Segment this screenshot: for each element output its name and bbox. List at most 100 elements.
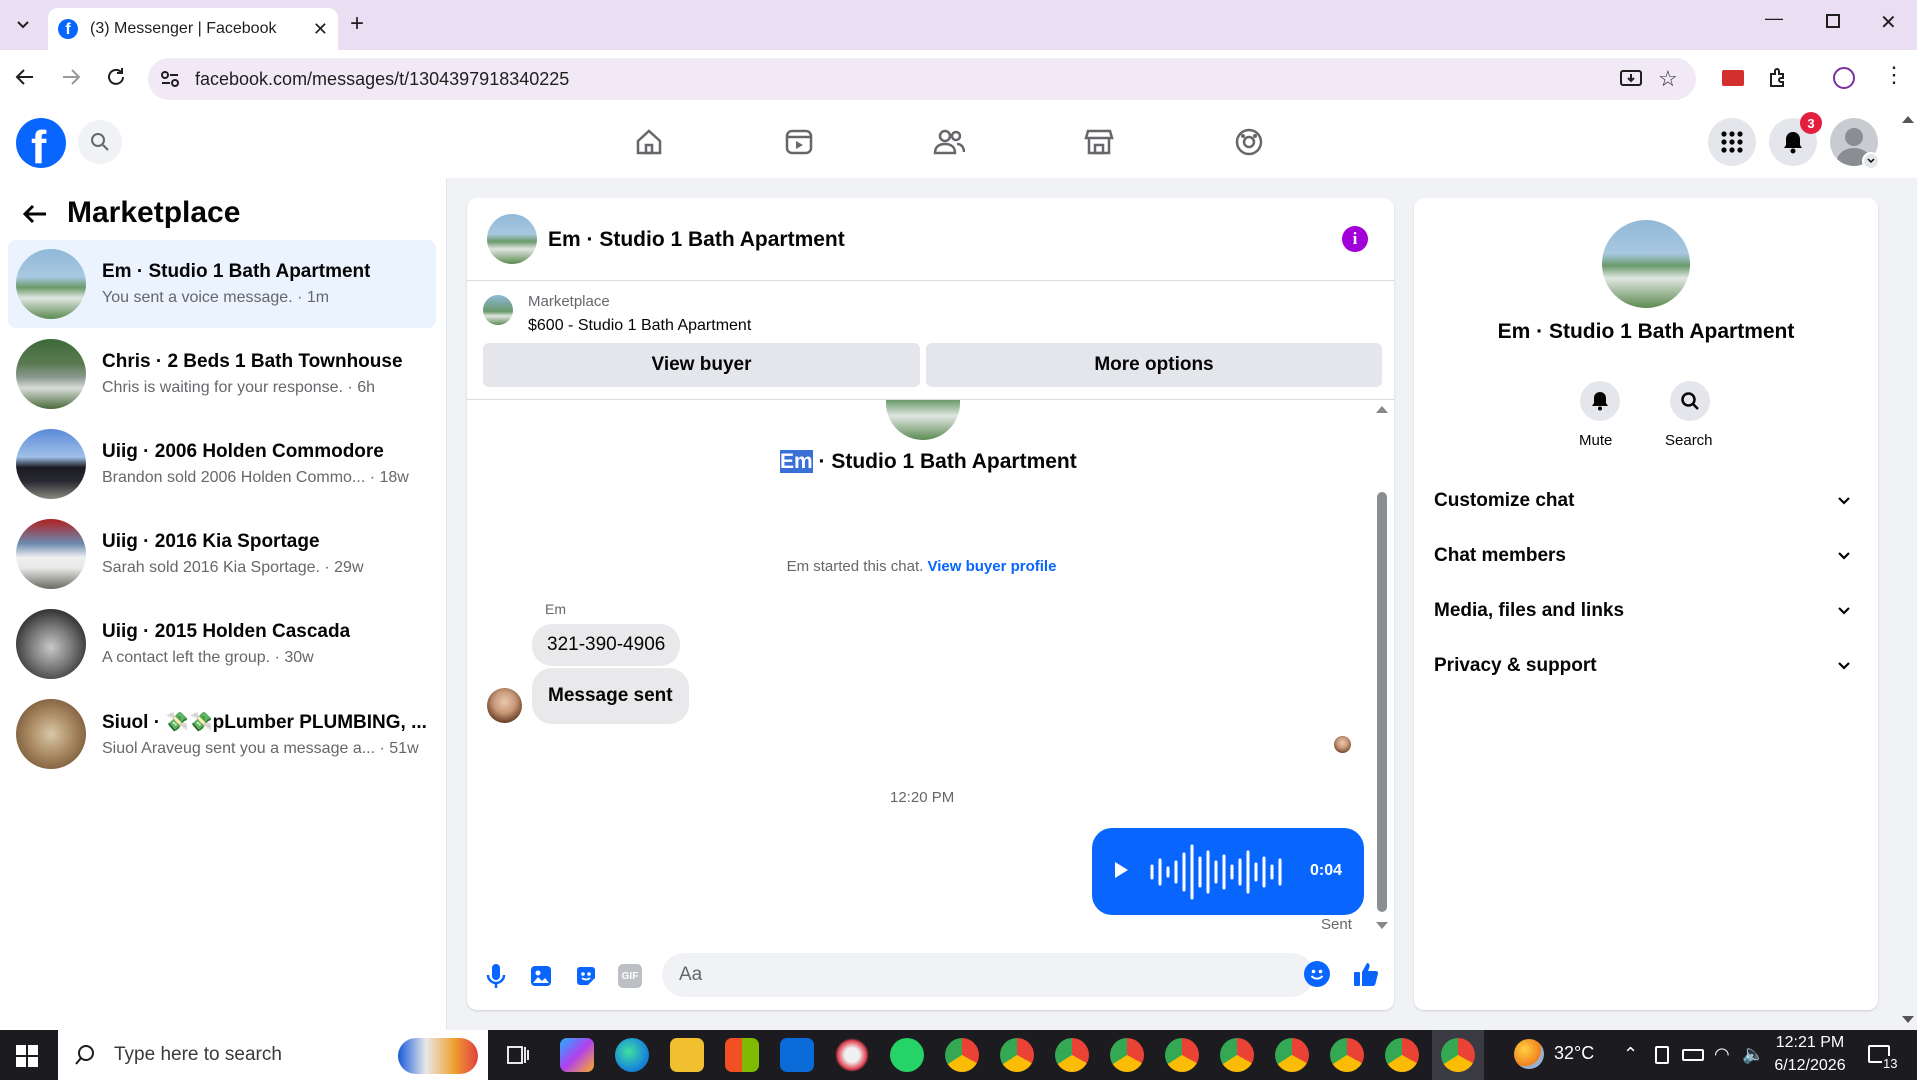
page-scroll-up-arrow[interactable] bbox=[1902, 116, 1914, 123]
taskbar-search-placeholder: Type here to search bbox=[114, 1044, 282, 1065]
sender-avatar[interactable] bbox=[487, 688, 522, 723]
info-icon[interactable]: i bbox=[1342, 226, 1368, 252]
chrome-taskbar-icon[interactable] bbox=[1055, 1038, 1089, 1072]
chevron-down-icon bbox=[1838, 607, 1850, 615]
close-window-icon[interactable]: ✕ bbox=[1880, 10, 1897, 35]
paint-taskbar-icon[interactable] bbox=[835, 1038, 869, 1072]
privacy-support-section[interactable]: Privacy & support bbox=[1434, 642, 1858, 690]
gaming-nav-icon[interactable] bbox=[1225, 118, 1273, 166]
chrome-taskbar-icon[interactable] bbox=[1000, 1038, 1034, 1072]
emoji-icon[interactable] bbox=[1304, 961, 1330, 987]
menu-grid-button[interactable] bbox=[1708, 118, 1756, 166]
page-scroll-down-arrow[interactable] bbox=[1902, 1016, 1914, 1023]
new-tab-icon[interactable]: + bbox=[350, 10, 364, 38]
gif-icon[interactable]: GIF bbox=[618, 964, 642, 988]
audio-waveform-icon bbox=[1148, 840, 1288, 904]
video-nav-icon[interactable] bbox=[775, 118, 823, 166]
sticker-icon[interactable] bbox=[574, 964, 598, 988]
notifications-badge: 3 bbox=[1800, 112, 1822, 134]
conversation-name: Uiig · 2016 Kia Sportage bbox=[102, 531, 320, 552]
profile-icon[interactable] bbox=[1833, 67, 1855, 89]
back-icon[interactable] bbox=[14, 66, 36, 88]
restore-icon[interactable] bbox=[1826, 14, 1840, 28]
copilot-taskbar-icon[interactable] bbox=[560, 1038, 594, 1072]
mail-taskbar-icon[interactable] bbox=[780, 1038, 814, 1072]
tab-search-dropdown-icon[interactable] bbox=[8, 10, 38, 40]
more-options-button[interactable]: More options bbox=[926, 343, 1382, 387]
chat-members-section[interactable]: Chat members bbox=[1434, 532, 1858, 580]
scroll-down-arrow[interactable] bbox=[1376, 922, 1388, 929]
friends-nav-icon[interactable] bbox=[925, 118, 973, 166]
conversation-item[interactable]: Uiig · 2015 Holden Cascada A contact left… bbox=[8, 600, 436, 688]
chat-scrollbar-thumb[interactable] bbox=[1377, 492, 1387, 912]
search-facebook-button[interactable] bbox=[78, 120, 122, 164]
customize-chat-section[interactable]: Customize chat bbox=[1434, 477, 1858, 525]
search-icon bbox=[1681, 392, 1699, 410]
back-arrow-icon[interactable] bbox=[22, 203, 48, 225]
wifi-icon[interactable]: ◠ bbox=[1714, 1044, 1730, 1065]
conversation-item[interactable]: Siuol · 💸💸pLumber PLUMBING, ... Siuol Ara… bbox=[8, 690, 436, 778]
browser-menu-icon[interactable]: ⋮ bbox=[1883, 64, 1905, 86]
extensions-puzzle-icon[interactable] bbox=[1768, 67, 1790, 89]
weather-temperature[interactable]: 32°C bbox=[1554, 1043, 1594, 1064]
intro-name-highlight: Em bbox=[780, 450, 813, 473]
home-nav-icon[interactable] bbox=[625, 118, 673, 166]
chrome-taskbar-icon[interactable] bbox=[1275, 1038, 1309, 1072]
play-icon[interactable] bbox=[1112, 860, 1130, 880]
minimize-icon[interactable]: — bbox=[1765, 8, 1783, 29]
show-hidden-icons-icon[interactable]: ⌃ bbox=[1623, 1044, 1638, 1065]
weather-icon[interactable] bbox=[1514, 1039, 1544, 1069]
file-explorer-taskbar-icon[interactable] bbox=[670, 1038, 704, 1072]
chrome-taskbar-icon[interactable] bbox=[1385, 1038, 1419, 1072]
chat-header-avatar[interactable] bbox=[487, 214, 537, 264]
chrome-taskbar-icon[interactable] bbox=[1441, 1038, 1475, 1072]
close-tab-icon[interactable]: ✕ bbox=[313, 19, 328, 40]
view-buyer-button[interactable]: View buyer bbox=[483, 343, 920, 387]
chat-header-title[interactable]: Em · Studio 1 Bath Apartment bbox=[548, 228, 845, 252]
account-chevron-icon[interactable] bbox=[1862, 152, 1880, 170]
scroll-up-arrow[interactable] bbox=[1376, 406, 1388, 413]
message-bubble[interactable]: Message sent bbox=[532, 668, 689, 724]
header-divider bbox=[467, 280, 1394, 281]
extension-red-icon[interactable] bbox=[1722, 70, 1744, 86]
task-view-icon[interactable] bbox=[506, 1044, 530, 1066]
clock-time[interactable]: 12:21 PM bbox=[1768, 1034, 1852, 1052]
battery-icon[interactable] bbox=[1682, 1049, 1704, 1061]
facebook-logo-icon[interactable]: f bbox=[16, 118, 66, 168]
listing-text[interactable]: $600 - Studio 1 Bath Apartment bbox=[528, 317, 751, 335]
view-buyer-profile-link[interactable]: View buyer profile bbox=[927, 558, 1056, 575]
chrome-taskbar-icon[interactable] bbox=[1110, 1038, 1144, 1072]
store-taskbar-icon[interactable] bbox=[725, 1038, 759, 1072]
reload-icon[interactable] bbox=[105, 66, 127, 88]
sender-name: Em bbox=[545, 601, 566, 617]
details-avatar[interactable] bbox=[1602, 220, 1690, 308]
microphone-icon[interactable] bbox=[486, 962, 506, 990]
site-info-icon[interactable] bbox=[160, 70, 180, 88]
conversation-item[interactable]: Uiig · 2006 Holden Commodore Brandon sold… bbox=[8, 420, 436, 508]
clock-date[interactable]: 6/12/2026 bbox=[1768, 1057, 1852, 1075]
mute-button[interactable] bbox=[1580, 381, 1620, 421]
marketplace-nav-icon[interactable] bbox=[1075, 118, 1123, 166]
bookmark-star-icon[interactable]: ☆ bbox=[1658, 66, 1678, 92]
message-input[interactable] bbox=[662, 953, 1314, 997]
volume-icon[interactable]: 🔈 bbox=[1742, 1044, 1764, 1065]
conversation-item[interactable]: Chris · 2 Beds 1 Bath Townhouse Chris is … bbox=[8, 330, 436, 418]
browser-tab[interactable]: f (3) Messenger | Facebook ✕ bbox=[48, 8, 338, 50]
media-files-links-section[interactable]: Media, files and links bbox=[1434, 587, 1858, 635]
conversation-item[interactable]: Uiig · 2016 Kia Sportage Sarah sold 2016 … bbox=[8, 510, 436, 598]
chrome-taskbar-icon[interactable] bbox=[1165, 1038, 1199, 1072]
chrome-taskbar-icon[interactable] bbox=[1330, 1038, 1364, 1072]
message-bubble[interactable]: 321-390-4906 bbox=[532, 624, 681, 666]
tab-title: (3) Messenger | Facebook bbox=[90, 20, 277, 37]
windows-start-icon[interactable] bbox=[16, 1045, 38, 1067]
chrome-taskbar-icon[interactable] bbox=[1220, 1038, 1254, 1072]
forward-icon[interactable] bbox=[60, 66, 82, 88]
chrome-taskbar-icon[interactable] bbox=[945, 1038, 979, 1072]
search-in-chat-button[interactable] bbox=[1670, 381, 1710, 421]
install-app-icon[interactable] bbox=[1620, 69, 1642, 89]
whatsapp-taskbar-icon[interactable] bbox=[890, 1038, 924, 1072]
conversation-item[interactable]: Em · Studio 1 Bath Apartment You sent a v… bbox=[8, 240, 436, 328]
photo-icon[interactable] bbox=[529, 964, 553, 988]
edge-taskbar-icon[interactable] bbox=[615, 1038, 649, 1072]
thumbs-up-icon[interactable] bbox=[1352, 960, 1380, 988]
